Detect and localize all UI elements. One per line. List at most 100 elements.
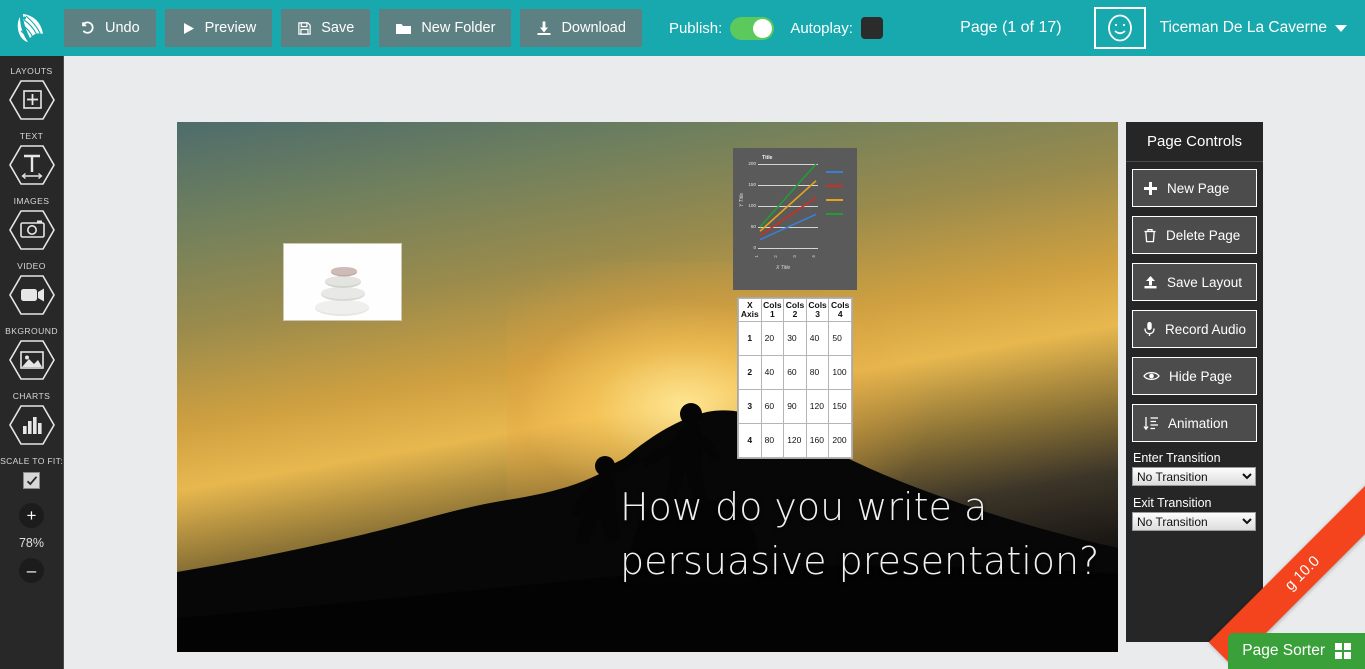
user-name-label: Ticeman De La Caverne	[1159, 19, 1327, 36]
chart-xtick-2: 2	[772, 255, 778, 258]
smiley-face-icon	[1107, 14, 1132, 42]
video-camera-icon	[8, 275, 55, 315]
top-toolbar: Undo Preview Save New Folder Download Pu…	[0, 0, 1365, 56]
table-cell: 150	[828, 388, 852, 424]
table-cell: 200	[828, 422, 852, 459]
preview-label: Preview	[204, 20, 257, 36]
sidebar-item-images[interactable]: IMAGES	[0, 196, 63, 251]
data-table-object[interactable]: X Axis Cols 1 Cols 2 Cols 3 Cols 4 1 20 …	[737, 297, 853, 459]
download-button[interactable]: Download	[520, 9, 642, 47]
download-icon	[536, 20, 552, 36]
table-header-cell: X Axis	[738, 298, 762, 322]
exit-transition-label: Exit Transition	[1133, 496, 1212, 510]
slide-title-line-2: persuasive presentation?	[620, 539, 1100, 584]
save-layout-button[interactable]: Save Layout	[1132, 263, 1257, 301]
sidebar-label-layouts: LAYOUTS	[10, 66, 53, 76]
left-sidebar: LAYOUTS TEXT IMAGES VIDEO BKGROUND CHART…	[0, 56, 64, 669]
record-audio-button[interactable]: Record Audio	[1132, 310, 1257, 348]
trash-icon	[1144, 228, 1156, 242]
table-row: 3 60 90 120 150	[738, 388, 852, 424]
table-cell: 1	[738, 320, 762, 356]
hide-page-button[interactable]: Hide Page	[1132, 357, 1257, 395]
table-cell: 40	[760, 354, 785, 390]
undo-button[interactable]: Undo	[64, 9, 156, 47]
table-header-cell: Cols 3	[805, 298, 830, 322]
new-page-button[interactable]: New Page	[1132, 169, 1257, 207]
download-label: Download	[561, 20, 626, 36]
feather-logo-icon	[17, 14, 43, 42]
table-cell: 50	[828, 320, 852, 356]
chart-ytick-200: 200	[748, 161, 756, 166]
slide-canvas[interactable]: How do you write a persuasive presentati…	[177, 122, 1118, 652]
floppy-disk-icon	[297, 21, 312, 36]
chart-x-axis-label: X Title	[776, 265, 791, 271]
sidebar-label-background: BKGROUND	[5, 326, 58, 336]
save-label: Save	[321, 20, 355, 36]
stacked-stones-photo	[284, 244, 401, 320]
new-folder-button[interactable]: New Folder	[379, 9, 512, 47]
line-chart-object[interactable]: Title Y Title 200 150 100 50 0 1 2 3 4 X…	[733, 148, 857, 290]
camera-icon	[8, 210, 55, 250]
sidebar-item-text[interactable]: TEXT	[0, 131, 63, 186]
eye-icon	[1143, 371, 1160, 381]
table-cell: 2	[738, 354, 762, 390]
hide-page-label: Hide Page	[1169, 368, 1233, 384]
chart-legend-swatch-cols-3	[826, 199, 843, 201]
sidebar-item-charts[interactable]: CHARTS	[0, 391, 63, 446]
save-button[interactable]: Save	[281, 9, 371, 47]
page-sorter-button[interactable]: Page Sorter	[1228, 633, 1365, 669]
table-cell: 80	[760, 422, 785, 459]
enter-transition-select[interactable]: No Transition	[1132, 467, 1256, 486]
table-cell: 20	[760, 320, 785, 356]
slide-title-line-1: How do you write a	[620, 485, 988, 529]
table-row: 1 20 30 40 50	[738, 320, 852, 356]
record-audio-label: Record Audio	[1165, 321, 1247, 337]
chart-series-lines	[759, 163, 817, 241]
zoom-out-button[interactable]: –	[19, 558, 44, 583]
sidebar-label-images: IMAGES	[13, 196, 50, 206]
chart-xtick-4: 4	[810, 255, 816, 258]
chart-ytick-0: 0	[753, 245, 756, 250]
chart-xtick-1: 1	[753, 255, 759, 258]
table-cell: 3	[738, 388, 762, 424]
app-logo[interactable]	[0, 0, 64, 56]
autoplay-label: Autoplay:	[790, 19, 853, 37]
autoplay-toggle[interactable]	[860, 17, 883, 39]
new-folder-label: New Folder	[421, 20, 496, 36]
sidebar-label-charts: CHARTS	[12, 391, 51, 401]
plus-in-hexagon-icon	[8, 80, 55, 120]
zoom-in-button[interactable]: +	[19, 503, 44, 528]
bar-chart-icon	[8, 405, 55, 445]
table-header-cell: Cols 4	[828, 298, 852, 322]
text-tool-icon	[8, 145, 55, 185]
avatar[interactable]	[1093, 7, 1146, 49]
image-object-stones[interactable]	[283, 243, 402, 321]
slide-title-text[interactable]: How do you write a persuasive presentati…	[620, 480, 1100, 589]
sidebar-label-video: VIDEO	[17, 261, 46, 271]
preview-button[interactable]: Preview	[164, 9, 273, 47]
sidebar-item-layouts[interactable]: LAYOUTS	[0, 66, 63, 121]
scale-to-fit-checkbox[interactable]	[23, 472, 40, 489]
sidebar-item-background[interactable]: BKGROUND	[0, 326, 63, 381]
data-table: X Axis Cols 1 Cols 2 Cols 3 Cols 4 1 20 …	[738, 298, 852, 459]
undo-icon	[80, 20, 96, 36]
table-cell: 4	[738, 422, 762, 459]
table-cell: 60	[783, 354, 807, 390]
animation-button[interactable]: Animation	[1132, 404, 1257, 442]
upload-icon	[1144, 275, 1157, 288]
delete-page-button[interactable]: Delete Page	[1132, 216, 1257, 254]
user-menu[interactable]: Ticeman De La Caverne	[1160, 19, 1347, 37]
publish-toggle[interactable]	[730, 16, 775, 40]
zoom-level-label: 78%	[18, 536, 45, 550]
table-cell: 60	[760, 388, 785, 424]
sidebar-item-video[interactable]: VIDEO	[0, 261, 63, 316]
new-page-label: New Page	[1167, 180, 1230, 196]
table-cell: 160	[805, 422, 830, 459]
publish-control: Publish:	[669, 16, 775, 40]
exit-transition-select[interactable]: No Transition	[1132, 512, 1256, 531]
chart-ytick-100: 100	[748, 203, 756, 208]
chart-plot-area: Y Title 200 150 100 50 0 1 2 3 4 X Title	[738, 161, 852, 275]
chevron-down-icon	[1335, 24, 1347, 32]
table-cell: 80	[805, 354, 830, 390]
chart-legend-swatch-cols-4	[826, 213, 843, 215]
